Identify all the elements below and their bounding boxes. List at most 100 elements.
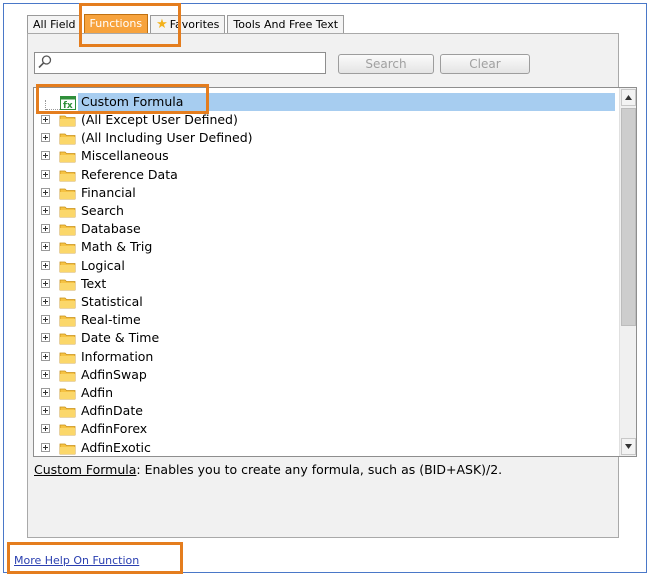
tab-functions[interactable]: Functions (83, 14, 149, 33)
tree-item-folder[interactable]: AdfinSwap (34, 366, 594, 384)
expand-icon[interactable] (41, 406, 50, 416)
folder-icon (59, 206, 76, 218)
folder-icon (59, 261, 76, 272)
arrow-down-icon (625, 444, 632, 449)
scroll-down-button[interactable] (621, 438, 636, 455)
tree-item-label: Financial (81, 184, 136, 200)
vertical-scrollbar[interactable] (619, 88, 636, 456)
folder-icon (59, 333, 76, 345)
tree-item-label: Database (81, 221, 141, 237)
tree-item-label: Miscellaneous (81, 148, 169, 164)
tab-label: Tools And Free Text (233, 18, 339, 31)
tree-item-folder[interactable]: Financial (34, 184, 594, 202)
more-help-link[interactable]: More Help On Function (14, 554, 139, 567)
tree-item-label: Custom Formula (81, 94, 184, 109)
search-button[interactable]: Search (338, 54, 434, 74)
tree-item-folder[interactable]: Date & Time (34, 329, 594, 347)
tree-item-label: Logical (81, 257, 125, 273)
folder-icon (59, 370, 76, 382)
scroll-thumb[interactable] (621, 108, 636, 326)
search-input[interactable] (34, 52, 326, 74)
expand-icon[interactable] (41, 442, 50, 452)
formula-icon: fx (60, 96, 76, 110)
clear-button[interactable]: Clear (440, 54, 530, 74)
tree-item-folder[interactable]: AdfinForex (34, 420, 594, 438)
expand-icon[interactable] (41, 424, 50, 434)
scroll-up-button[interactable] (621, 89, 636, 106)
tree-item-folder[interactable]: Reference Data (34, 166, 594, 184)
tab-strip: All Field Functions ★ Favorites Tools And… (27, 13, 346, 33)
tree-item-label: Information (81, 348, 154, 364)
folder-icon (59, 170, 76, 181)
folder-icon (59, 388, 76, 400)
tree-item-label: Reference Data (81, 166, 178, 182)
folder-icon (59, 115, 76, 127)
description-text: : Enables you to create any formula, suc… (136, 462, 503, 477)
search-icon (38, 55, 52, 69)
tab-favorites[interactable]: ★ Favorites (150, 15, 226, 33)
folder-icon (59, 188, 76, 200)
tree-item-label: Adfin (81, 385, 114, 400)
tree-item-label: AdfinSwap (81, 366, 147, 382)
expand-icon[interactable] (41, 315, 50, 325)
tab-label: Favorites (169, 18, 220, 31)
tab-all-fields[interactable]: All Field (27, 15, 82, 33)
expand-icon[interactable] (41, 169, 50, 179)
tree-item-label: AdfinForex (81, 421, 148, 437)
function-description: Custom Formula: Enables you to create an… (34, 462, 502, 477)
tree-item-folder[interactable]: Statistical (34, 293, 594, 311)
folder-icon (59, 297, 76, 309)
expand-icon[interactable] (41, 351, 50, 361)
tree-item-label: Real-time (81, 312, 141, 328)
tree-item-folder[interactable]: (All Including User Defined) (34, 129, 594, 147)
tree-item-label: (All Including User Defined) (81, 130, 253, 146)
tab-tools-and-free-text[interactable]: Tools And Free Text (227, 15, 345, 33)
tree-item-label: AdfinExotic (81, 439, 151, 455)
folder-icon (59, 151, 76, 163)
folder-icon (59, 424, 76, 436)
tree-item-folder[interactable]: Logical (34, 257, 594, 275)
tab-label: Functions (89, 17, 143, 30)
tree-item-folder[interactable]: Real-time (34, 311, 594, 329)
folder-icon (59, 315, 76, 327)
tab-label: All Field (33, 18, 76, 31)
search-button-label: Search (365, 57, 407, 71)
expand-icon[interactable] (41, 224, 50, 234)
tree-item-folder[interactable]: Database (34, 220, 594, 238)
tree-item-label: Search (81, 203, 124, 218)
expand-icon[interactable] (41, 388, 50, 397)
function-tree[interactable]: fx Custom Formula (All Except User Defin… (33, 87, 637, 457)
tree-item-folder[interactable]: Information (34, 348, 594, 366)
tree-item-folder[interactable]: Adfin (34, 384, 594, 402)
tree-item-label: (All Except User Defined) (81, 112, 238, 127)
tree-item-folder[interactable]: Miscellaneous (34, 147, 594, 165)
expand-icon[interactable] (41, 333, 50, 343)
folder-icon (59, 406, 76, 418)
tree-item-label: Text (81, 275, 107, 291)
expand-icon[interactable] (41, 242, 50, 252)
svg-text:fx: fx (63, 101, 73, 110)
expand-icon[interactable] (41, 260, 50, 270)
tree-item-folder[interactable]: Text (34, 275, 594, 293)
tree-item-folder[interactable]: AdfinDate (34, 402, 594, 420)
folder-icon (59, 242, 76, 254)
expand-icon[interactable] (41, 133, 50, 143)
expand-icon[interactable] (41, 369, 50, 379)
tree-connector (46, 109, 60, 110)
clear-button-label: Clear (469, 57, 501, 71)
tree-item-folder[interactable]: (All Except User Defined) (34, 111, 594, 129)
tree-item-label: AdfinDate (81, 403, 143, 419)
expand-icon[interactable] (41, 297, 50, 306)
tree-item-folder[interactable]: AdfinExotic (34, 439, 594, 456)
tree-item-folder[interactable]: Search (34, 202, 594, 220)
folder-icon (59, 279, 76, 291)
expand-icon[interactable] (41, 278, 50, 288)
tree-item-folder[interactable]: Math & Trig (34, 238, 594, 256)
expand-icon[interactable] (41, 206, 50, 215)
tree-item-label: Date & Time (81, 330, 160, 346)
expand-icon[interactable] (41, 115, 50, 124)
arrow-up-icon (625, 95, 632, 100)
expand-icon[interactable] (41, 151, 50, 161)
tree-item-custom-formula[interactable]: fx Custom Formula (34, 93, 594, 111)
expand-icon[interactable] (41, 187, 50, 197)
